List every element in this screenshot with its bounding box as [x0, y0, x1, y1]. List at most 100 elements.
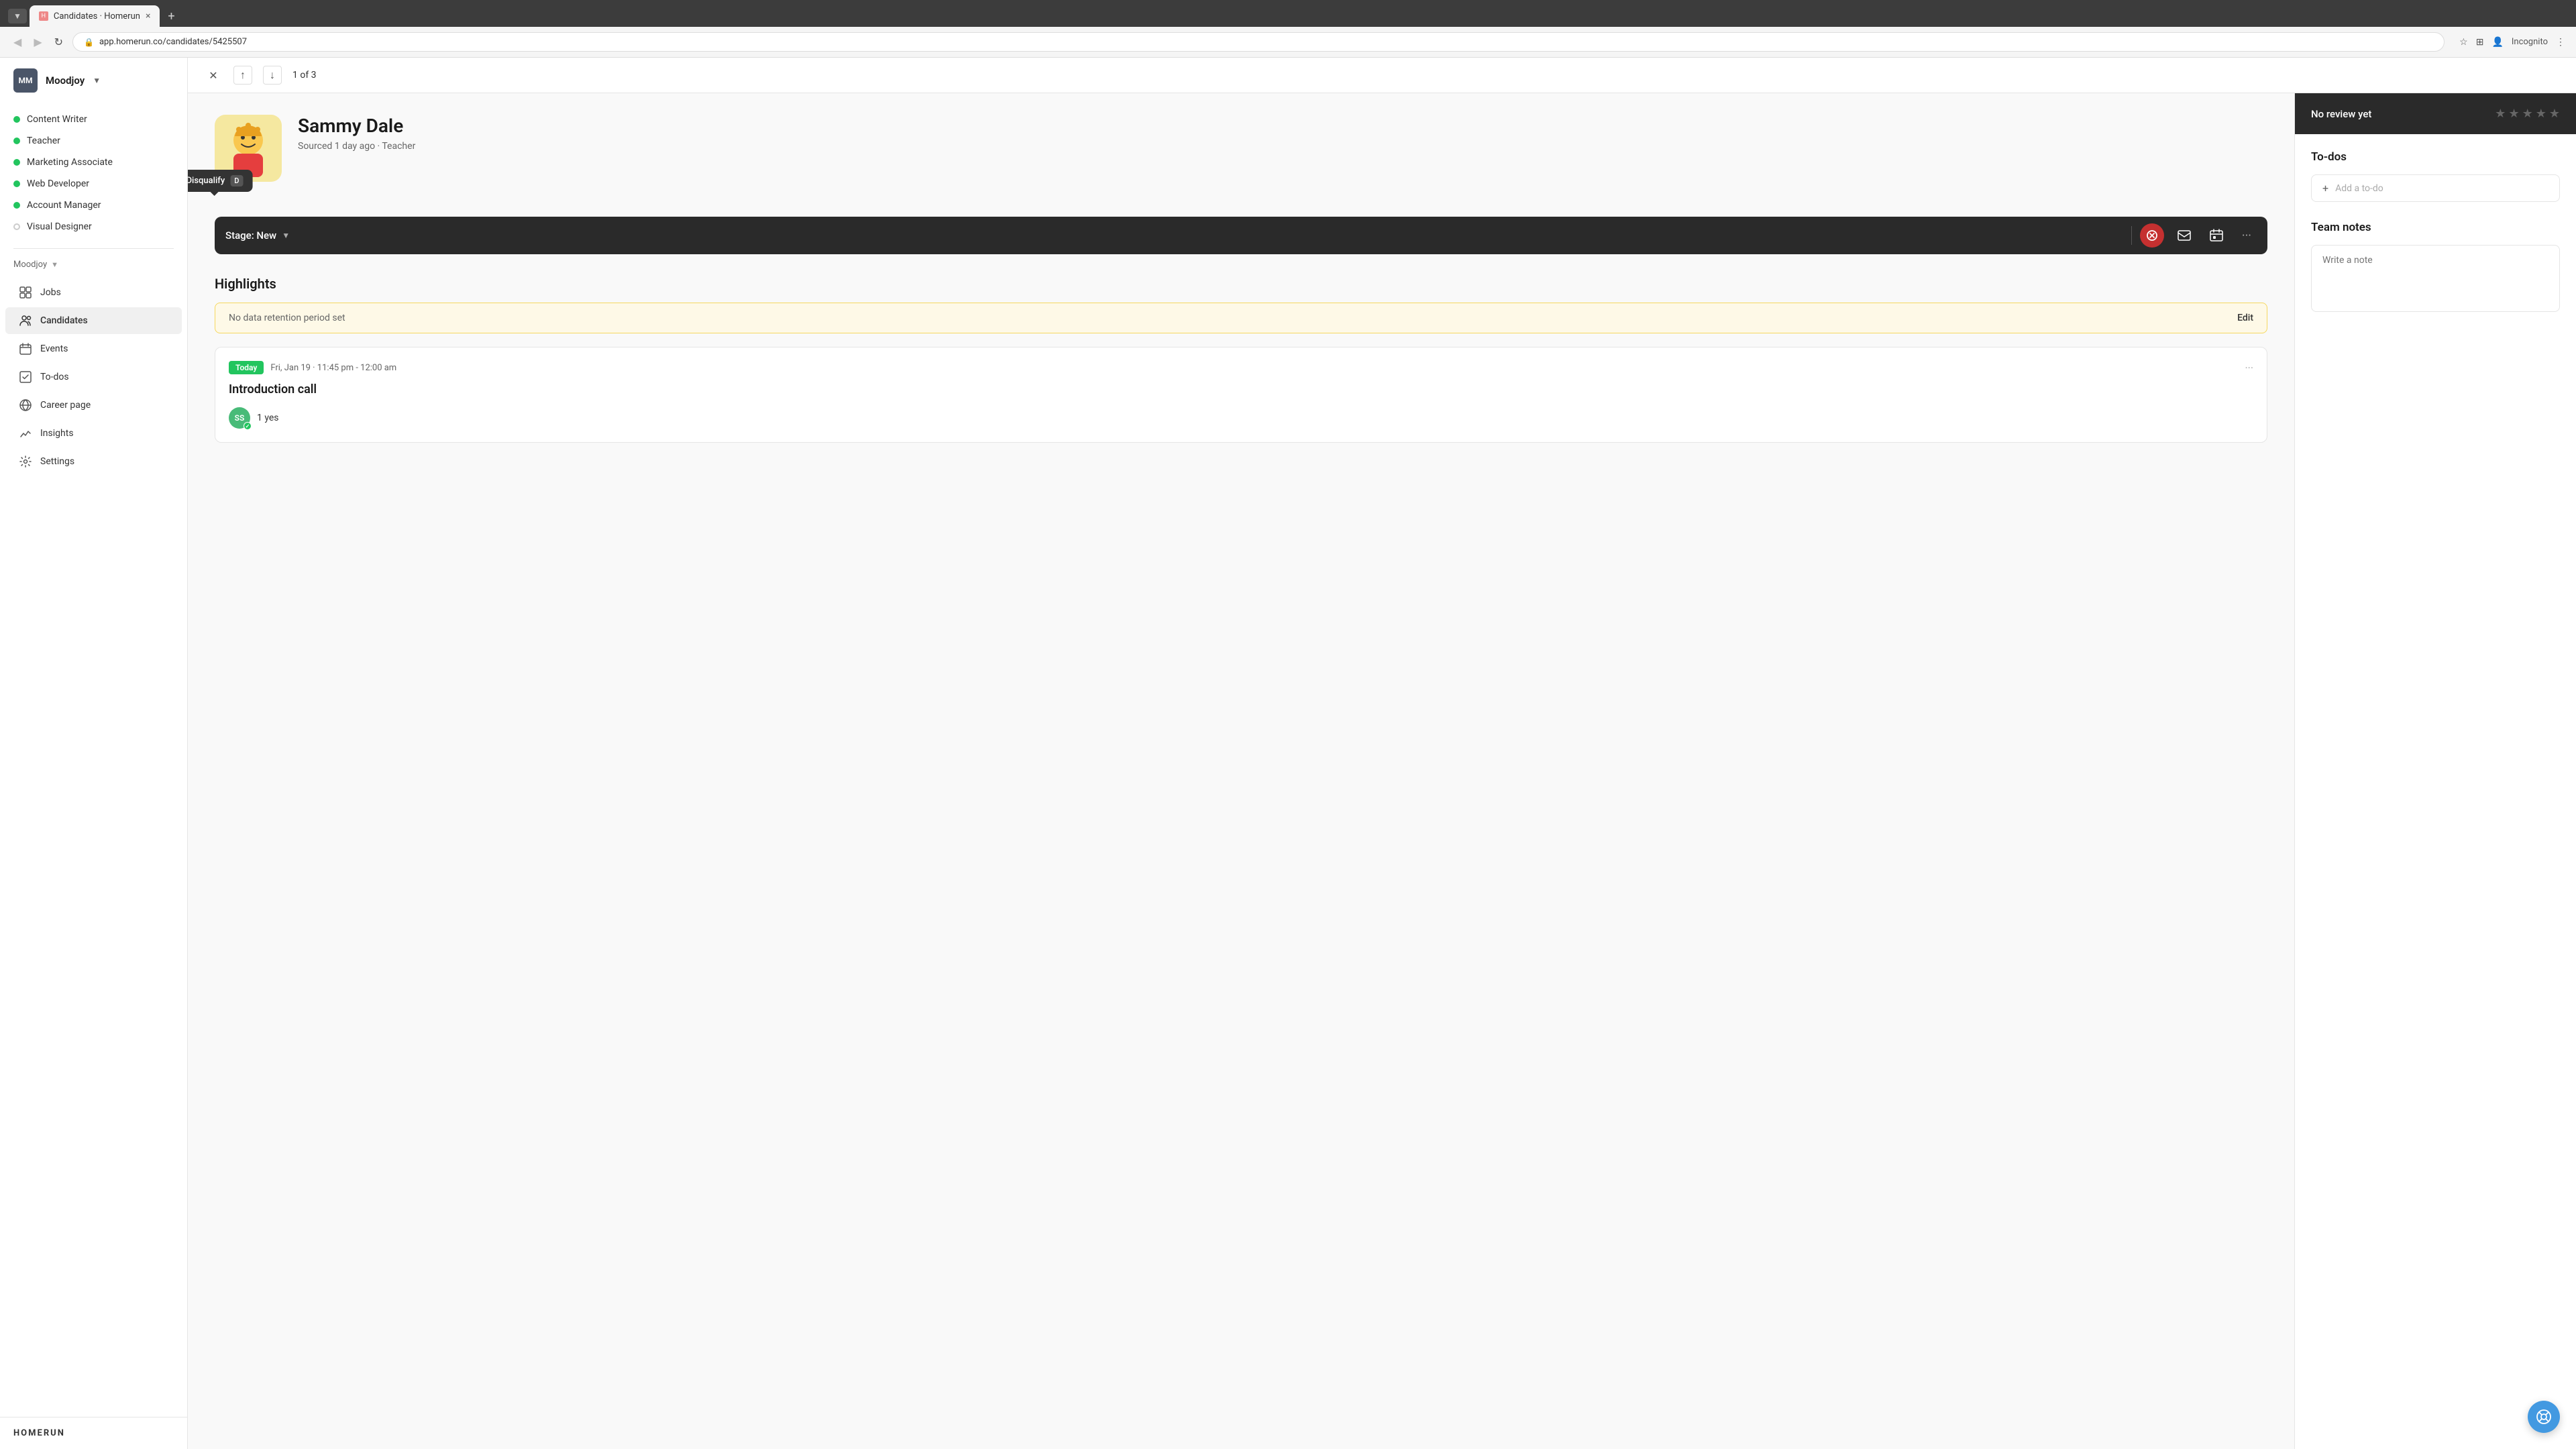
- event-menu-button[interactable]: ···: [2245, 362, 2253, 374]
- job-label: Account Manager: [27, 200, 101, 211]
- content-area: Sammy Dale Sourced 1 day ago · Teacher D…: [188, 93, 2576, 1449]
- disqualify-button[interactable]: [2140, 223, 2164, 248]
- team-notes-input[interactable]: [2311, 245, 2560, 312]
- event-time: Fri, Jan 19 · 11:45 pm - 12:00 am: [270, 363, 396, 373]
- homerun-logo: HOMERUN: [13, 1428, 174, 1438]
- app-container: MM Moodjoy ▼ Content Writer Teacher Mark…: [0, 58, 2576, 1449]
- sidebar-item-settings[interactable]: Settings: [5, 448, 182, 475]
- job-label: Content Writer: [27, 114, 87, 125]
- split-view-icon[interactable]: ⊞: [2476, 37, 2484, 48]
- candidate-meta: Sourced 1 day ago · Teacher: [298, 141, 2267, 152]
- menu-icon[interactable]: ⋮: [2556, 37, 2565, 48]
- job-item-account-manager[interactable]: Account Manager: [0, 195, 187, 216]
- plus-icon: +: [2322, 182, 2328, 195]
- grid-icon: [19, 286, 32, 299]
- todo-placeholder: Add a to-do: [2335, 183, 2383, 194]
- nav-item-label: Candidates: [40, 315, 88, 326]
- email-button[interactable]: [2172, 223, 2196, 248]
- candidate-header: Sammy Dale Sourced 1 day ago · Teacher: [215, 115, 2267, 182]
- tab-favicon: H: [39, 11, 48, 21]
- browser-actions: ☆ ⊞ 👤 Incognito ⋮: [2459, 37, 2565, 48]
- schedule-button[interactable]: [2204, 223, 2229, 248]
- prev-candidate-button[interactable]: ↑: [233, 66, 252, 85]
- todos-title: To-dos: [2311, 150, 2560, 164]
- job-item-teacher[interactable]: Teacher: [0, 130, 187, 152]
- star-3[interactable]: ★: [2522, 107, 2533, 121]
- org-chevron-icon: ▼: [93, 76, 101, 85]
- job-item-visual-designer[interactable]: Visual Designer: [0, 216, 187, 237]
- review-header: No review yet ★ ★ ★ ★ ★: [2295, 93, 2576, 134]
- job-label: Visual Designer: [27, 221, 92, 232]
- event-title: Introduction call: [229, 382, 2253, 396]
- sidebar-section-header[interactable]: Moodjoy ▼: [0, 254, 187, 275]
- job-status-dot: [13, 138, 20, 144]
- job-status-dot-outline: [13, 223, 20, 230]
- globe-icon: [19, 398, 32, 412]
- todos-section: To-dos + Add a to-do: [2311, 150, 2560, 202]
- nav-item-label: Events: [40, 343, 68, 354]
- event-card: Today Fri, Jan 19 · 11:45 pm - 12:00 am …: [215, 347, 2267, 443]
- back-button[interactable]: ◀: [11, 33, 24, 52]
- sidebar-divider: [13, 248, 174, 249]
- tab-close-button[interactable]: ×: [146, 11, 150, 21]
- sidebar-item-insights[interactable]: Insights: [5, 420, 182, 447]
- job-status-dot: [13, 116, 20, 123]
- org-avatar: MM: [13, 68, 38, 93]
- profile-icon[interactable]: 👤: [2491, 37, 2503, 48]
- today-badge: Today: [229, 361, 264, 374]
- job-item-marketing-associate[interactable]: Marketing Associate: [0, 152, 187, 173]
- star-rating[interactable]: ★ ★ ★ ★ ★: [2495, 107, 2560, 121]
- more-actions-button[interactable]: ···: [2237, 229, 2257, 243]
- support-button[interactable]: [2528, 1401, 2560, 1433]
- bookmark-icon[interactable]: ☆: [2459, 37, 2468, 48]
- edit-button[interactable]: Edit: [2237, 313, 2253, 323]
- nav-items: Jobs Candidates: [0, 275, 187, 479]
- chart-icon: [19, 427, 32, 440]
- candidate-detail: Sammy Dale Sourced 1 day ago · Teacher D…: [188, 93, 2294, 1449]
- nav-item-label: Jobs: [40, 287, 61, 298]
- panel-content: To-dos + Add a to-do Team notes: [2295, 134, 2576, 1449]
- sidebar-item-candidates[interactable]: Candidates: [5, 307, 182, 334]
- org-header[interactable]: MM Moodjoy ▼: [0, 58, 187, 103]
- checklist-icon: [19, 370, 32, 384]
- lock-icon: 🔒: [84, 38, 94, 47]
- disqualify-key-badge: D: [230, 175, 243, 186]
- sidebar-item-career-page[interactable]: Career page: [5, 392, 182, 419]
- star-2[interactable]: ★: [2508, 107, 2519, 121]
- event-header: Today Fri, Jan 19 · 11:45 pm - 12:00 am …: [229, 361, 2253, 374]
- nav-item-label: Settings: [40, 456, 74, 467]
- active-tab[interactable]: H Candidates · Homerun ×: [30, 5, 160, 27]
- stage-label: Stage: New: [225, 229, 276, 241]
- job-item-content-writer[interactable]: Content Writer: [0, 109, 187, 130]
- star-4[interactable]: ★: [2536, 107, 2546, 121]
- stage-chevron-icon: ▼: [282, 231, 290, 240]
- review-label: No review yet: [2311, 108, 2371, 120]
- star-5[interactable]: ★: [2549, 107, 2560, 121]
- candidate-info: Sammy Dale Sourced 1 day ago · Teacher: [298, 115, 2267, 152]
- attendee-check-icon: ✓: [244, 422, 252, 430]
- add-todo-button[interactable]: + Add a to-do: [2311, 174, 2560, 202]
- job-status-dot: [13, 202, 20, 209]
- new-tab-button[interactable]: +: [162, 7, 180, 26]
- forward-button[interactable]: ▶: [31, 33, 44, 52]
- sidebar-item-jobs[interactable]: Jobs: [5, 279, 182, 306]
- users-icon: [19, 314, 32, 327]
- star-1[interactable]: ★: [2495, 107, 2506, 121]
- job-item-web-developer[interactable]: Web Developer: [0, 173, 187, 195]
- event-attendee: SS ✓ 1 yes: [229, 407, 2253, 429]
- stage-selector[interactable]: Stage: New ▼: [225, 229, 2123, 241]
- highlights-title: Highlights: [215, 276, 2267, 292]
- pagination-text: 1 of 3: [292, 70, 317, 80]
- next-candidate-button[interactable]: ↓: [263, 66, 282, 85]
- browser-chrome: ▼ H Candidates · Homerun × + ◀ ▶ ↻ 🔒 app…: [0, 0, 2576, 58]
- attendee-avatar: SS ✓: [229, 407, 250, 429]
- candidate-name: Sammy Dale: [298, 115, 2267, 137]
- sidebar-item-todos[interactable]: To-dos: [5, 364, 182, 390]
- job-status-dot: [13, 180, 20, 187]
- tab-switcher[interactable]: ▼: [8, 9, 27, 23]
- url-text: app.homerun.co/candidates/5425507: [99, 37, 247, 47]
- close-button[interactable]: ✕: [204, 66, 223, 85]
- reload-button[interactable]: ↻: [52, 33, 66, 52]
- url-bar[interactable]: 🔒 app.homerun.co/candidates/5425507: [72, 32, 2445, 52]
- sidebar-item-events[interactable]: Events: [5, 335, 182, 362]
